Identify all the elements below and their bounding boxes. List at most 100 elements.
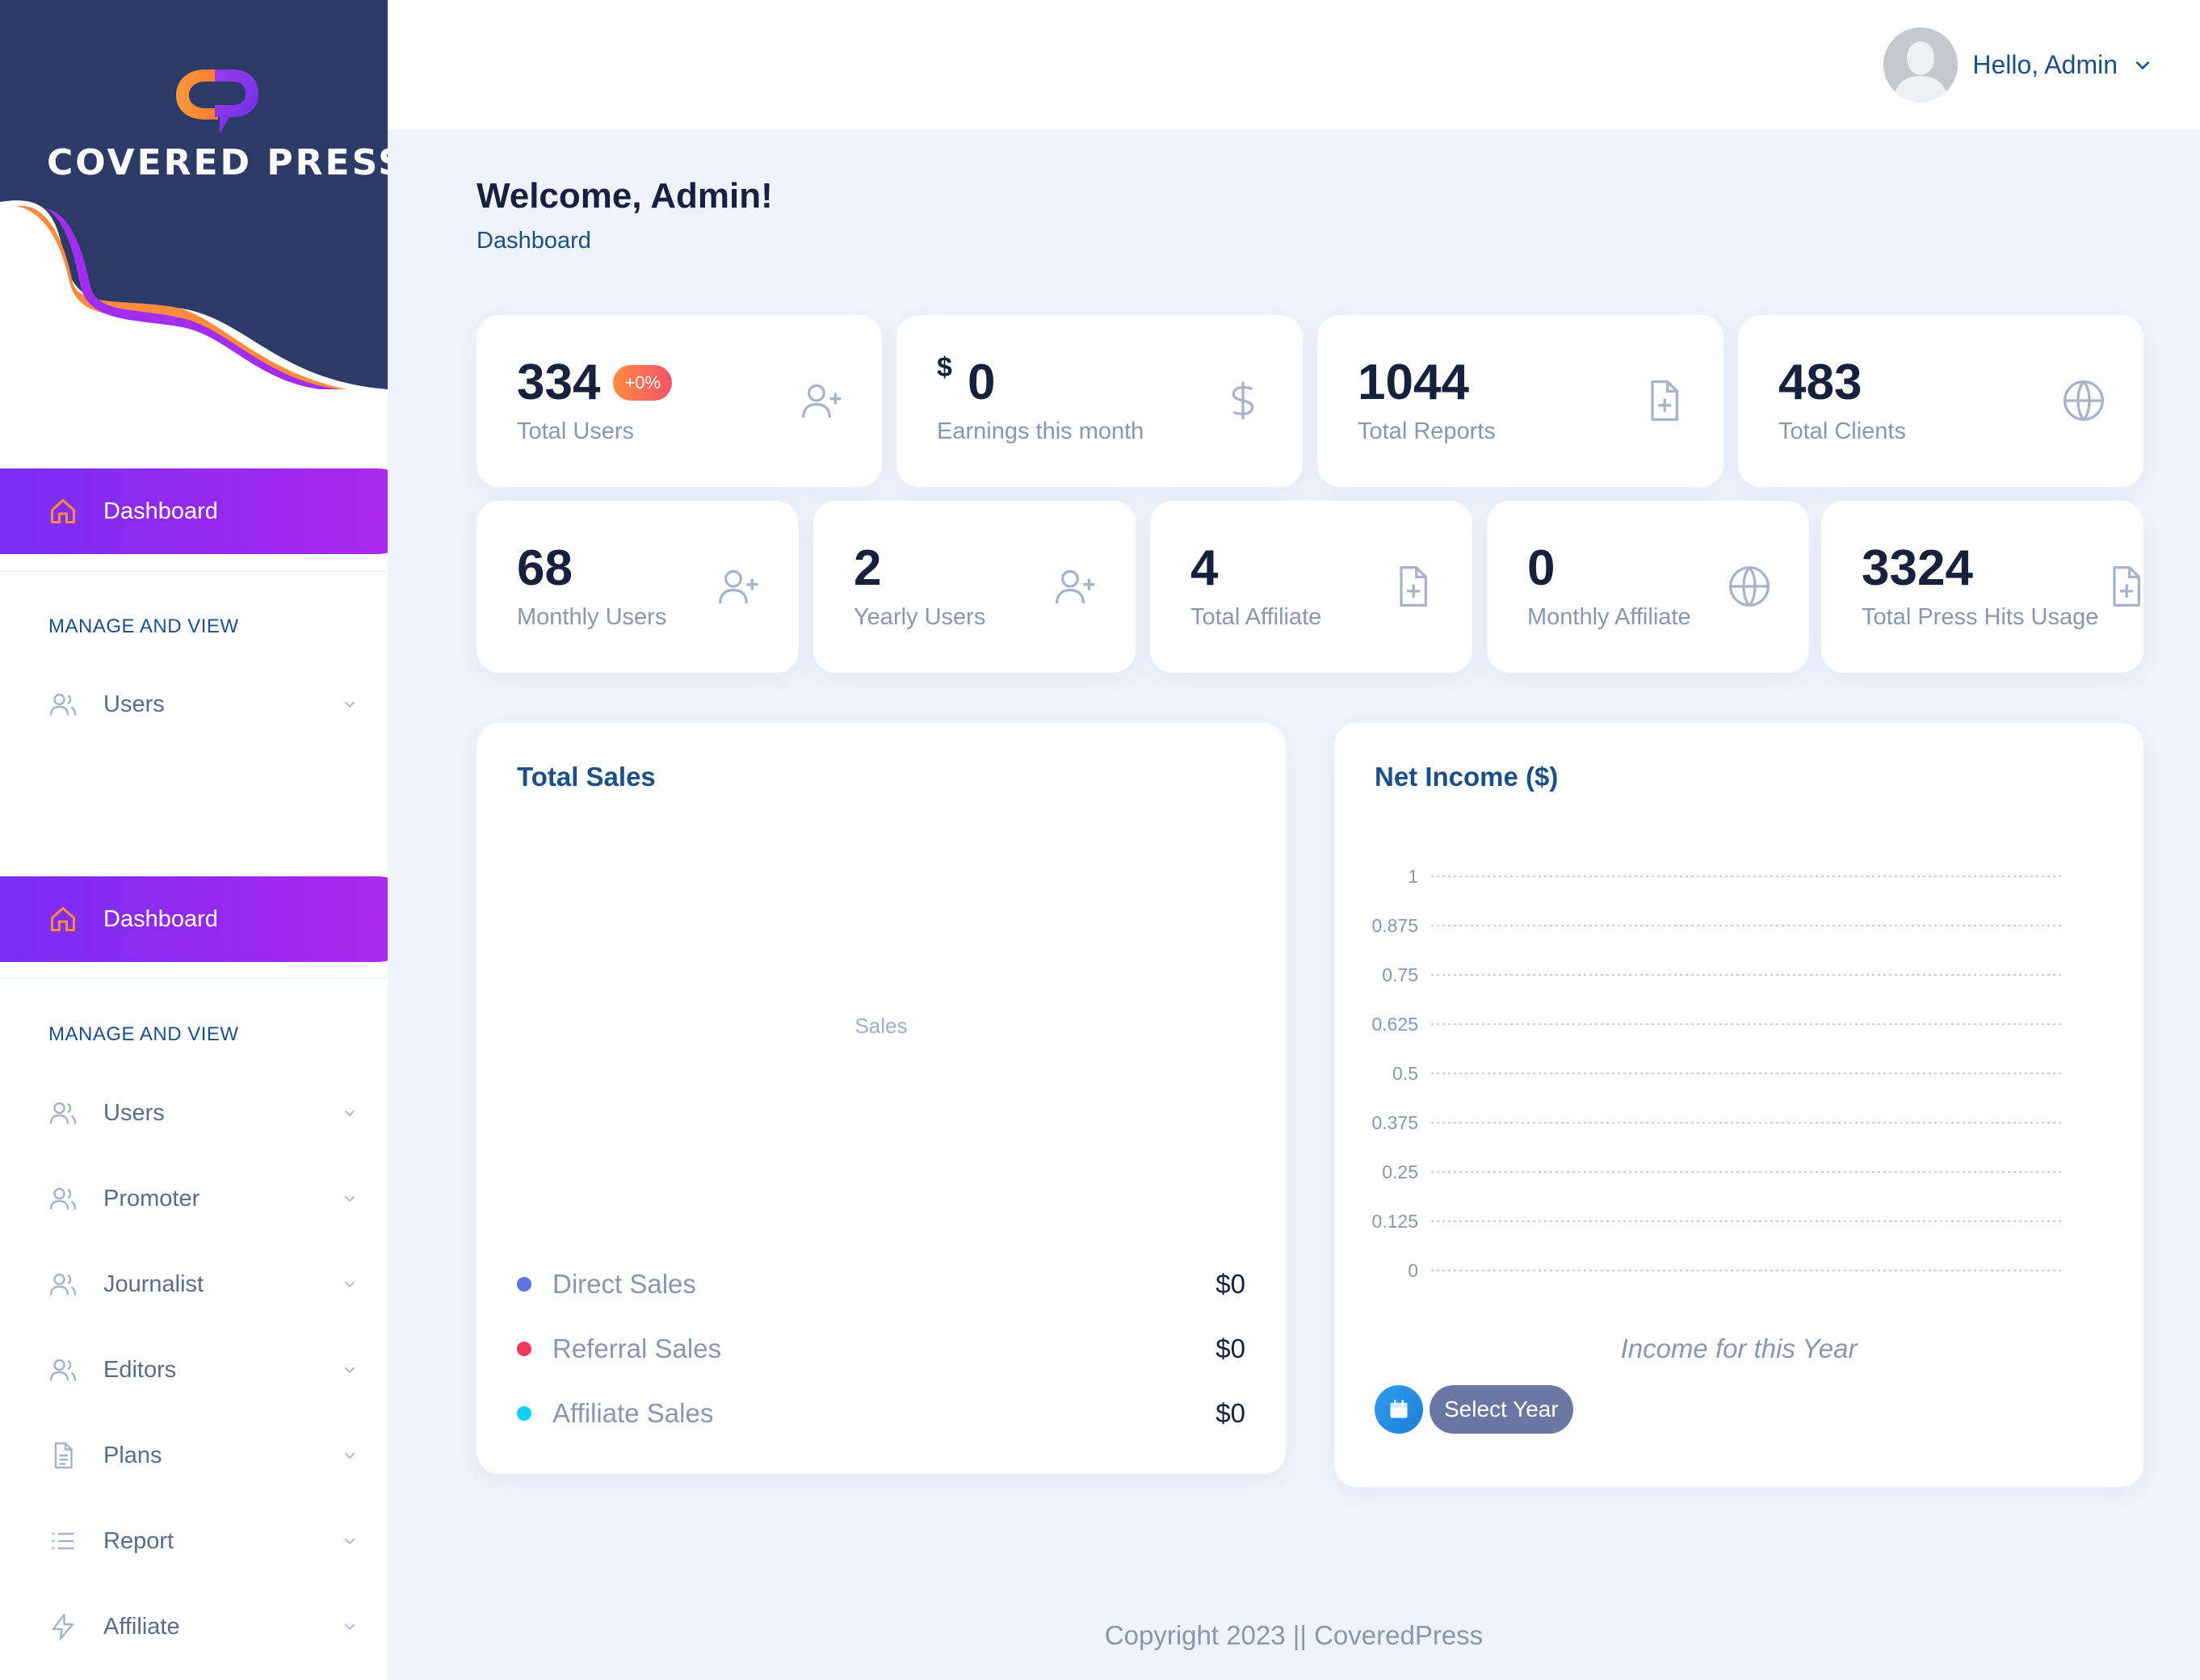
home-icon	[51, 499, 75, 523]
stat-value: 334	[517, 355, 601, 410]
user-plus-icon	[1056, 569, 1095, 604]
y-tick-label: 1	[1408, 866, 1418, 887]
sidebar-item-plans[interactable]: Plans	[48, 1431, 363, 1480]
net-income-chart: 1 0.875 0.75 0.625 0.5 0.375 0.25 0.125 0	[1371, 866, 2061, 1281]
sidebar-item-promoter[interactable]: Promoter	[48, 1174, 363, 1223]
stat-value: 68	[517, 540, 573, 596]
brand-name: COVERED PRESS	[47, 142, 388, 183]
stat-card-monthly-users: 68 Monthly Users	[477, 501, 799, 673]
stat-value: 483	[1778, 355, 1862, 410]
stat-card-total-users: 334 +0% Total Users	[477, 315, 882, 487]
sales-chart-placeholder: Sales	[854, 1014, 908, 1038]
y-tick-label: 0.5	[1392, 1063, 1418, 1084]
legend-amount: $0	[1215, 1334, 1245, 1363]
chevron-down-icon	[344, 1452, 355, 1460]
stat-label: Earnings this month	[937, 418, 1144, 444]
sidebar-item-journalist[interactable]: Journalist	[48, 1260, 363, 1308]
stat-card-total-reports: 1044 Total Reports	[1317, 315, 1723, 487]
users-icon	[49, 1102, 77, 1124]
calendar-icon	[1390, 1400, 1408, 1418]
list-icon	[52, 1532, 74, 1550]
footer-copyright: Copyright 2023 || CoveredPress	[1104, 1620, 1484, 1650]
stat-value: 3324	[1862, 540, 1973, 596]
sidebar-item-label: Editors	[103, 1356, 177, 1383]
status-badge: +0%	[613, 365, 673, 401]
sidebar-item-label: Promoter	[103, 1185, 200, 1212]
stat-label: Total Press Hits Usage	[1862, 604, 2099, 630]
stat-card-yearly-users: 2 Yearly Users	[813, 501, 1136, 673]
sidebar-item-editors[interactable]: Editors	[48, 1346, 363, 1394]
legend-dot	[517, 1342, 531, 1356]
y-tick-label: 0.875	[1371, 915, 1418, 936]
users-icon	[49, 1187, 77, 1210]
y-tick-label: 0.75	[1382, 964, 1418, 985]
stat-label: Monthly Affiliate	[1527, 604, 1691, 630]
users-icon	[49, 1359, 77, 1381]
chevron-down-icon	[344, 1538, 355, 1545]
sidebar-item-label: Journalist	[103, 1270, 204, 1297]
document-icon	[54, 1442, 73, 1469]
section-title: MANAGE AND VIEW	[48, 1023, 239, 1045]
y-tick-label: 0.125	[1371, 1211, 1418, 1232]
sidebar-item-users[interactable]: Users	[48, 680, 363, 729]
sidebar: COVERED PRESS Dashboard MANAGE AND VIEW …	[0, 0, 388, 1680]
globe-icon	[2064, 380, 2104, 421]
stat-card-earnings: $ 0 Earnings this month	[896, 315, 1303, 487]
stat-card-total-affiliate: 4 Total Affiliate	[1150, 501, 1472, 673]
users-icon	[49, 693, 77, 716]
chevron-down-icon	[344, 1110, 355, 1117]
sidebar-item-label: Affiliate	[103, 1613, 180, 1640]
sidebar-item-users[interactable]: Users	[48, 1089, 363, 1137]
sidebar-item-dashboard[interactable]: Dashboard	[0, 876, 388, 962]
legend-dot	[517, 1406, 531, 1421]
home-icon	[51, 907, 75, 931]
stat-label: Monthly Users	[517, 604, 667, 630]
file-plus-icon	[1651, 380, 1678, 421]
chevron-down-icon	[344, 701, 355, 708]
y-tick-label: 0.625	[1371, 1014, 1418, 1035]
legend-amount: $0	[1215, 1269, 1245, 1299]
stat-label: Total Reports	[1358, 418, 1496, 444]
stat-value: 4	[1190, 540, 1219, 596]
sidebar-item-label: Users	[103, 691, 165, 717]
chevron-down-icon	[344, 1281, 355, 1288]
globe-icon	[1729, 566, 1770, 607]
y-tick-label: 0.375	[1371, 1112, 1418, 1133]
sidebar-item-label: Report	[103, 1527, 174, 1554]
legend-item-direct-sales: Direct Sales $0	[517, 1264, 1245, 1304]
sidebar-item-dashboard[interactable]: Dashboard	[0, 468, 388, 554]
y-tick-label: 0	[1408, 1260, 1418, 1281]
stat-value: 0	[968, 355, 996, 410]
legend-label: Referral Sales	[552, 1334, 722, 1363]
stat-card-monthly-affiliate: 0 Monthly Affiliate	[1487, 501, 1809, 673]
legend-label: Affiliate Sales	[552, 1398, 714, 1428]
stat-label: Yearly Users	[854, 604, 986, 630]
stat-label: Total Users	[517, 418, 635, 444]
sidebar-item-label: Plans	[103, 1442, 162, 1468]
chart-caption: Income for this Year	[1620, 1334, 1858, 1363]
user-plus-icon	[802, 384, 842, 418]
chevron-down-icon	[344, 1195, 355, 1203]
legend-item-referral-sales: Referral Sales $0	[517, 1329, 1245, 1369]
section-title: MANAGE AND VIEW	[48, 615, 239, 637]
divider	[0, 570, 388, 572]
sidebar-item-affiliate[interactable]: Affiliate	[48, 1602, 363, 1651]
select-year-button[interactable]: Select Year	[1430, 1385, 1573, 1434]
chevron-down-icon	[344, 1623, 355, 1631]
calendar-button[interactable]	[1375, 1385, 1423, 1434]
user-silhouette-icon	[1883, 27, 1959, 102]
breadcrumb[interactable]: Dashboard	[477, 228, 591, 254]
sidebar-item-label: Dashboard	[103, 498, 218, 524]
lightning-icon	[52, 1613, 74, 1640]
user-plus-icon	[719, 569, 758, 604]
panel-title: Total Sales	[517, 762, 656, 792]
page-title: Welcome, Admin!	[477, 176, 773, 216]
top-bar: Hello, Admin	[388, 0, 2200, 129]
user-menu[interactable]: Hello, Admin	[1883, 27, 2153, 102]
stat-card-total-clients: 483 Total Clients	[1738, 315, 2143, 487]
divider	[0, 977, 388, 979]
stat-label: Total Clients	[1778, 418, 1906, 444]
net-income-card: Net Income ($) 1 0.875 0.75 0.625 0.5 0.375 0.…	[1334, 723, 2143, 1487]
sidebar-item-report[interactable]: Report	[48, 1517, 363, 1565]
file-plus-icon	[2113, 566, 2140, 607]
